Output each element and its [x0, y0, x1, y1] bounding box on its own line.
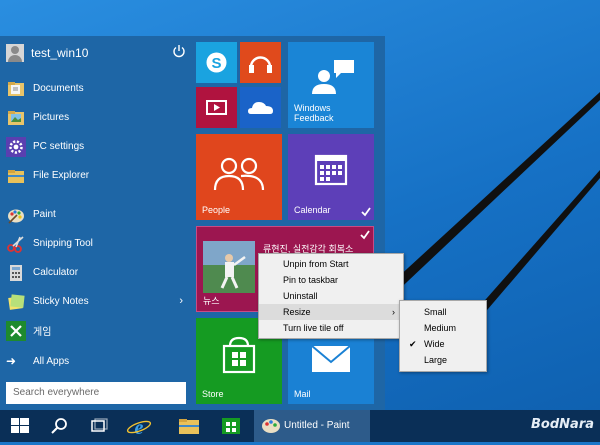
- menu-item-documents[interactable]: Documents: [0, 74, 193, 103]
- paint-palette-icon: [262, 419, 280, 433]
- calculator-icon: [10, 264, 22, 281]
- tile-onedrive[interactable]: [240, 87, 281, 128]
- file-explorer-icon: [179, 419, 199, 434]
- tile-label: Store: [202, 389, 224, 399]
- menu-item-snipping-tool[interactable]: Snipping Tool: [0, 229, 193, 258]
- tile-label: People: [202, 205, 231, 215]
- taskbar-file-explorer[interactable]: [170, 410, 208, 442]
- user-avatar-icon: [6, 44, 24, 62]
- tile-context-menu: Unpin from Start Pin to taskbar Uninstal…: [258, 253, 404, 339]
- search-input[interactable]: Search everywhere: [6, 382, 186, 404]
- menu-item-label: Snipping Tool: [33, 238, 93, 249]
- pictures-folder-icon: [8, 110, 24, 125]
- context-item-label: Resize: [283, 307, 311, 317]
- menu-item-label: Paint: [33, 209, 56, 220]
- windows-logo-icon: [11, 418, 29, 433]
- taskbar: e Untitled - Paint: [0, 410, 600, 442]
- tile-label: Mail: [294, 389, 311, 399]
- taskbar-store[interactable]: [212, 410, 250, 442]
- search-icon: [51, 418, 67, 434]
- menu-item-games[interactable]: 게임: [0, 316, 193, 345]
- user-name: test_win10: [31, 46, 89, 60]
- taskbar-search-button[interactable]: [40, 410, 78, 442]
- all-apps-button[interactable]: ➜ All Apps: [6, 354, 69, 368]
- context-item-turn-live-tile-off[interactable]: Turn live tile off: [259, 320, 403, 336]
- menu-item-pc-settings[interactable]: PC settings: [0, 132, 193, 161]
- tile-people[interactable]: People: [196, 134, 282, 220]
- resize-option-wide[interactable]: ✔ Wide: [400, 336, 486, 352]
- task-view-icon: [91, 418, 108, 432]
- scissors-icon: [7, 235, 24, 253]
- cloud-icon: [248, 102, 273, 114]
- tile-label: Calendar: [294, 205, 331, 215]
- taskbar-paint-window[interactable]: Untitled - Paint: [254, 410, 370, 442]
- file-explorer-icon: [8, 169, 24, 183]
- start-menu: test_win10 Documents Pictures PC setting…: [0, 36, 385, 410]
- resize-submenu: Small Medium ✔ Wide Large: [399, 300, 487, 372]
- internet-explorer-icon: e: [126, 417, 152, 439]
- news-photo-icon: [203, 241, 255, 293]
- menu-item-label: Documents: [33, 83, 84, 94]
- task-view-button[interactable]: [80, 410, 118, 442]
- chevron-right-icon[interactable]: ›: [179, 295, 183, 307]
- resize-option-label: Wide: [424, 339, 445, 349]
- resize-option-medium[interactable]: Medium: [400, 320, 486, 336]
- menu-item-paint[interactable]: Paint: [0, 200, 193, 229]
- gear-icon: [6, 136, 26, 157]
- skype-icon: S: [206, 52, 227, 73]
- checkmark-icon: ✔: [409, 339, 417, 349]
- menu-item-sticky-notes[interactable]: Sticky Notes ›: [0, 287, 193, 316]
- start-button[interactable]: [0, 410, 40, 442]
- menu-item-file-explorer[interactable]: File Explorer: [0, 161, 193, 190]
- checkmark-icon: [360, 230, 370, 240]
- tile-label: Windows Feedback: [294, 103, 334, 123]
- menu-item-label: Sticky Notes: [33, 296, 89, 307]
- documents-folder-icon: [8, 81, 24, 96]
- arrow-right-icon: ➜: [6, 354, 17, 368]
- start-left-column: test_win10 Documents Pictures PC setting…: [0, 36, 193, 410]
- paint-palette-icon: [8, 209, 24, 224]
- svg-text:S: S: [211, 55, 221, 72]
- tile-windows-feedback[interactable]: Windows Feedback: [288, 42, 374, 128]
- user-account[interactable]: test_win10: [6, 42, 186, 64]
- tile-label: 뉴스: [203, 296, 220, 306]
- tile-skype[interactable]: S: [196, 42, 237, 83]
- taskbar-internet-explorer[interactable]: e: [120, 410, 158, 442]
- menu-item-label: Calculator: [33, 267, 79, 278]
- headphones-icon: [249, 56, 272, 73]
- resize-option-small[interactable]: Small: [400, 304, 486, 320]
- power-icon[interactable]: [172, 44, 186, 58]
- context-item-unpin-from-start[interactable]: Unpin from Start: [259, 256, 403, 272]
- menu-separator: [0, 190, 193, 200]
- all-apps-label: All Apps: [33, 355, 70, 367]
- video-icon: [206, 100, 227, 115]
- sticky-notes-icon: [8, 293, 25, 310]
- chevron-right-icon: ›: [392, 307, 395, 317]
- menu-item-label: PC settings: [33, 141, 85, 152]
- tile-music[interactable]: [240, 42, 281, 83]
- watermark-logo: BodNara: [531, 417, 594, 432]
- context-item-resize[interactable]: Resize ›: [259, 304, 403, 320]
- taskbar-paint-label: Untitled - Paint: [284, 420, 350, 431]
- menu-item-label: File Explorer: [33, 170, 90, 181]
- xbox-games-icon: [6, 320, 26, 341]
- context-item-uninstall[interactable]: Uninstall: [259, 288, 403, 304]
- tile-calendar[interactable]: Calendar: [288, 134, 374, 220]
- menu-item-calculator[interactable]: Calculator: [0, 258, 193, 287]
- context-item-pin-to-taskbar[interactable]: Pin to taskbar: [259, 272, 403, 288]
- menu-item-label: 게임: [33, 327, 52, 338]
- checkmark-icon: [361, 207, 371, 217]
- menu-item-label: Pictures: [33, 112, 70, 123]
- svg-text:e: e: [135, 417, 144, 439]
- start-menu-list: Documents Pictures PC settings File Expl…: [0, 74, 193, 345]
- store-bag-icon: [222, 418, 240, 434]
- resize-option-large[interactable]: Large: [400, 352, 486, 368]
- tile-video[interactable]: [196, 87, 237, 128]
- menu-item-pictures[interactable]: Pictures: [0, 103, 193, 132]
